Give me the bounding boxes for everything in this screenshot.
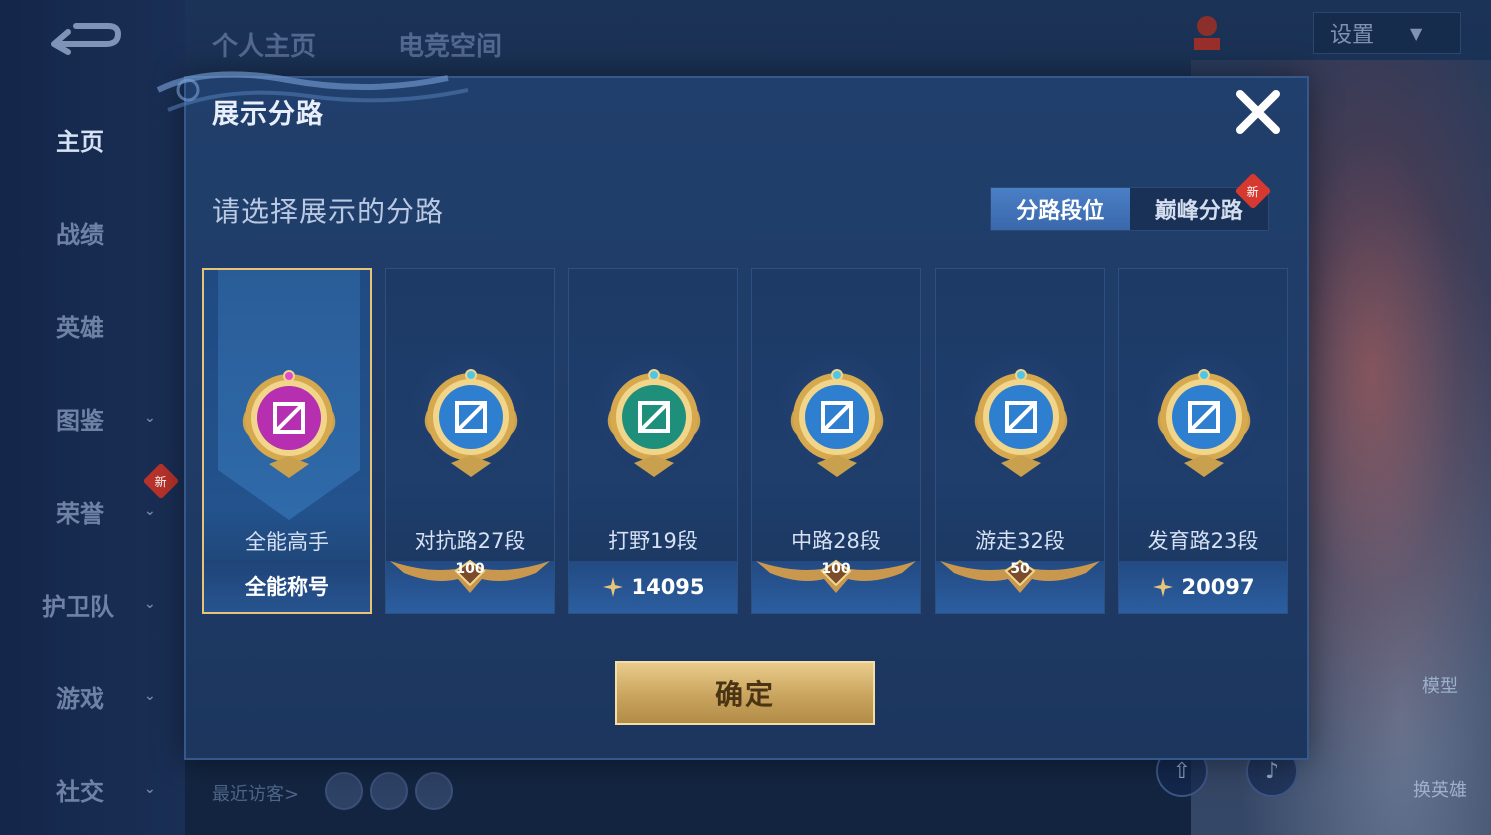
all-round-icon <box>242 370 336 478</box>
switch-hero-button[interactable]: 换英雄 <box>1405 776 1475 802</box>
sidebar-item-label: 英雄 <box>56 313 104 342</box>
sidebar-item-label: 游戏 <box>56 684 104 713</box>
sidebar-item-label: 主页 <box>56 127 104 156</box>
rank-badge-value: 50 <box>1010 561 1030 577</box>
rank-badge-value: 100 <box>455 561 485 577</box>
title-label: 全能称号 <box>245 575 329 599</box>
chevron-down-icon: ⌄ <box>144 410 156 426</box>
sidebar-item-5[interactable]: 护卫队 ⌄ <box>0 579 185 629</box>
peak-score-icon <box>1153 577 1174 597</box>
rank-badge: 100 <box>752 559 920 605</box>
tab-lane-rank[interactable]: 分路段位 <box>991 188 1130 230</box>
sidebar-item-label: 图鉴 <box>56 406 104 435</box>
score-group: 14095 <box>601 575 705 599</box>
lane-rank-label: 游走32段 <box>975 529 1065 553</box>
sidebar-item-6[interactable]: 游戏 ⌄ <box>0 671 185 721</box>
lane-card[interactable]: 全能高手 全能称号 <box>202 268 372 614</box>
chevron-down-icon: ⌄ <box>144 688 156 704</box>
tab-personal-home[interactable]: 个人主页 <box>212 26 316 63</box>
model-button[interactable]: 模型 <box>1405 672 1475 698</box>
sidebar-item-label: 荣誉 <box>56 499 104 528</box>
lane-rank-label: 打野19段 <box>608 529 698 553</box>
lane-card[interactable]: 对抗路27段 100 <box>385 268 555 614</box>
lane-rank-label: 中路28段 <box>791 529 881 553</box>
settings-label: 设置 <box>1330 23 1375 48</box>
lane-card-footer: 14095 <box>569 561 737 613</box>
lane-card-footer: 50 <box>936 559 1104 613</box>
confirm-button[interactable]: 确定 <box>615 661 875 725</box>
lane-rank-label: 对抗路27段 <box>414 529 526 553</box>
lane-type-switch: 分路段位 巅峰分路 <box>990 187 1269 231</box>
lane-card-footer: 100 <box>386 559 554 613</box>
peak-score-icon <box>603 577 624 597</box>
recent-visitors-link[interactable]: 最近访客> <box>212 780 299 806</box>
sidebar-item-7[interactable]: 社交 ⌄ <box>0 764 185 814</box>
lane-card-footer: 20097 <box>1119 561 1287 613</box>
clash-lane-icon <box>424 369 518 477</box>
lane-rank-label: 全能高手 <box>245 530 329 554</box>
lane-card[interactable]: 打野19段 14095 <box>568 268 738 614</box>
rank-badge: 50 <box>936 559 1104 605</box>
dialog-subtitle: 请选择展示的分路 <box>212 195 445 228</box>
chevron-down-icon: ▼ <box>1410 23 1423 43</box>
dialog-title: 展示分路 <box>212 99 324 130</box>
close-icon[interactable] <box>1232 86 1284 138</box>
roam-icon <box>974 369 1068 477</box>
lane-card-footer: 全能称号 <box>204 560 370 612</box>
avatar[interactable] <box>325 772 363 810</box>
tab-esports-space[interactable]: 电竞空间 <box>398 26 502 63</box>
sidebar-item-1[interactable]: 战绩 <box>0 207 185 257</box>
settings-button[interactable]: 设置 ▼ <box>1313 12 1461 54</box>
lane-card-footer: 100 <box>752 559 920 613</box>
farm-lane-icon <box>1157 369 1251 477</box>
lane-card[interactable]: 游走32段 50 <box>935 268 1105 614</box>
peak-score-value: 20097 <box>1181 575 1255 599</box>
mid-lane-icon <box>790 369 884 477</box>
chevron-down-icon: ⌄ <box>144 781 156 797</box>
lane-rank-label: 发育路23段 <box>1147 529 1259 553</box>
rank-badge: 100 <box>386 559 554 605</box>
vip-icon[interactable] <box>1188 12 1226 52</box>
peak-score-value: 14095 <box>631 575 705 599</box>
avatar[interactable] <box>415 772 453 810</box>
lane-card[interactable]: 中路28段 100 <box>751 268 921 614</box>
rank-badge-value: 100 <box>821 561 851 577</box>
back-arrow-icon[interactable] <box>46 22 122 64</box>
chevron-down-icon: ⌄ <box>144 503 156 519</box>
jungle-icon <box>607 369 701 477</box>
sidebar-item-label: 社交 <box>56 777 104 806</box>
sidebar-item-label: 战绩 <box>56 220 104 249</box>
avatar[interactable] <box>370 772 408 810</box>
lane-card[interactable]: 发育路23段 20097 <box>1118 268 1288 614</box>
sidebar-item-label: 护卫队 <box>42 592 114 621</box>
sidebar-item-2[interactable]: 英雄 <box>0 300 185 350</box>
chevron-down-icon: ⌄ <box>144 596 156 612</box>
sidebar-item-3[interactable]: 图鉴 ⌄ <box>0 393 185 443</box>
score-group: 20097 <box>1151 575 1255 599</box>
